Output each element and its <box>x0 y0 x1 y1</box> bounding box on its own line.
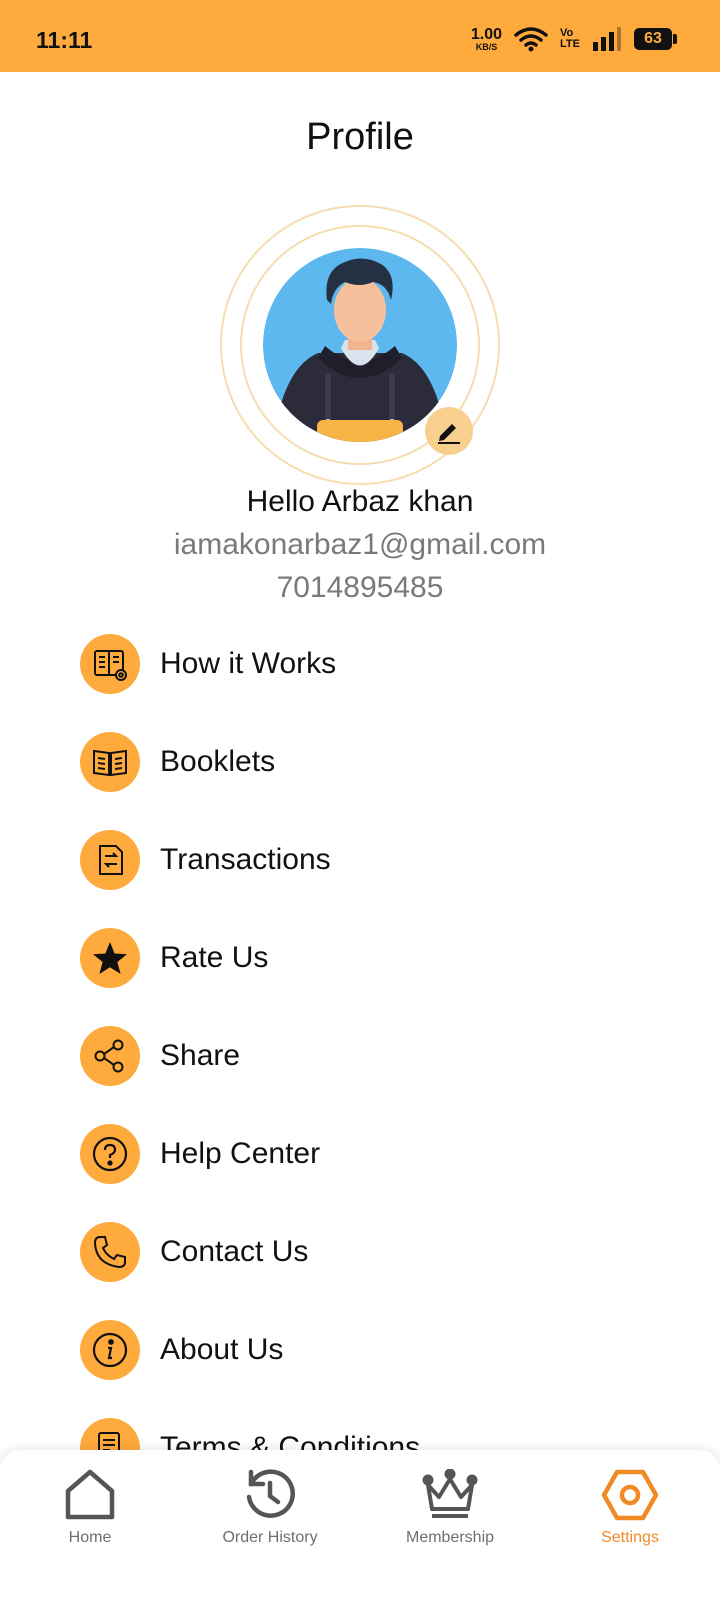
menu-item-rate-us[interactable]: Rate Us <box>80 928 680 1026</box>
menu-item-label: Share <box>160 1039 241 1072</box>
profile-avatar-section <box>220 205 500 485</box>
menu-item-booklets[interactable]: Booklets <box>80 732 680 830</box>
volte-bottom-label: LTE <box>560 38 580 50</box>
volte-indicator: Vo LTE <box>560 28 580 50</box>
menu-item-label: Booklets <box>160 745 276 778</box>
bottom-navigation: Home Order History Membership Settings <box>0 1450 720 1600</box>
open-book-icon <box>80 732 140 792</box>
star-icon <box>80 928 140 988</box>
menu-item-label: Transactions <box>160 843 331 876</box>
nav-membership-label: Membership <box>405 1529 495 1546</box>
edit-avatar-button[interactable] <box>425 407 473 455</box>
receipt-icon <box>80 830 140 890</box>
question-icon <box>80 1124 140 1184</box>
user-phone: 7014895485 <box>276 571 444 604</box>
pencil-icon <box>438 424 460 444</box>
avatar[interactable] <box>263 248 457 442</box>
nav-home-label: Home <box>68 1529 112 1546</box>
menu-item-label: About Us <box>160 1333 284 1366</box>
menu-item-about-us[interactable]: About Us <box>80 1320 680 1418</box>
network-speed-unit: KB/S <box>475 41 498 52</box>
avatar-illustration <box>263 248 457 442</box>
nav-home[interactable]: Home <box>0 1450 180 1600</box>
menu-item-label: Rate Us <box>160 941 269 974</box>
nav-order-history[interactable]: Order History <box>180 1450 360 1600</box>
nav-membership[interactable]: Membership <box>360 1450 540 1600</box>
menu-item-label: Help Center <box>160 1137 321 1170</box>
phone-icon <box>80 1222 140 1282</box>
book-gear-icon <box>80 634 140 694</box>
network-speed: 1.00 KB/S <box>470 25 503 52</box>
menu-item-label: How it Works <box>160 647 337 680</box>
menu-item-label: Contact Us <box>160 1235 309 1268</box>
status-time: 11:11 <box>36 27 93 53</box>
crown-icon <box>360 1460 540 1530</box>
menu-item-how-it-works[interactable]: How it Works <box>80 634 680 732</box>
menu-item-share[interactable]: Share <box>80 1026 680 1124</box>
battery-level: 63 <box>644 30 662 47</box>
nav-order-history-label: Order History <box>222 1529 318 1546</box>
user-greeting: Hello Arbaz khan <box>246 485 474 518</box>
network-speed-value: 1.00 <box>470 25 503 43</box>
menu-item-contact-us[interactable]: Contact Us <box>80 1222 680 1320</box>
battery-icon: 63 <box>634 28 677 50</box>
user-email: iamakonarbaz1@gmail.com <box>173 528 547 561</box>
history-icon <box>180 1460 360 1530</box>
nav-settings-label: Settings <box>601 1529 659 1546</box>
nav-settings[interactable]: Settings <box>540 1450 720 1600</box>
signal-icon <box>593 27 621 51</box>
menu-item-help-center[interactable]: Help Center <box>80 1124 680 1222</box>
share-icon <box>80 1026 140 1086</box>
profile-menu: How it Works Booklets Transactions Rate … <box>80 634 680 1516</box>
info-icon <box>80 1320 140 1380</box>
wifi-icon <box>514 27 548 52</box>
menu-item-transactions[interactable]: Transactions <box>80 830 680 928</box>
home-icon <box>0 1460 180 1530</box>
status-icons: 1.00 KB/S Vo LTE 63 <box>470 24 677 54</box>
status-bar: 11:11 1.00 KB/S Vo LTE 63 <box>0 0 720 72</box>
page-title: Profile <box>306 116 414 158</box>
settings-icon <box>540 1460 720 1530</box>
